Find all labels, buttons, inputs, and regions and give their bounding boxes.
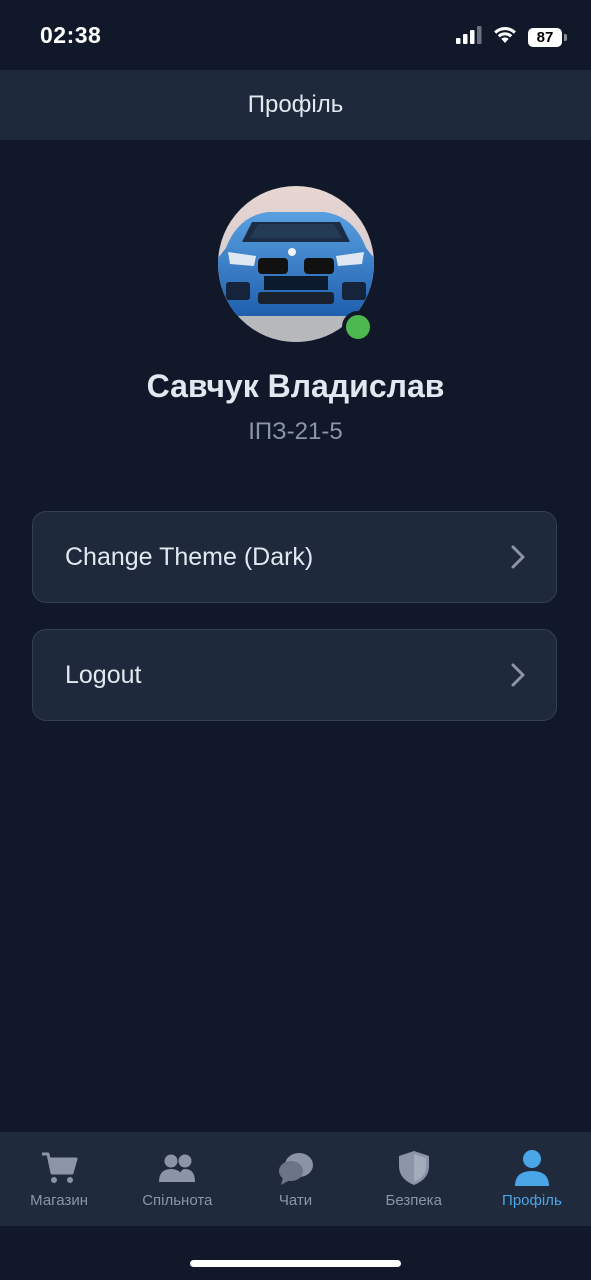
status-time: 02:38	[40, 22, 102, 48]
tab-profile[interactable]: Профіль	[473, 1132, 591, 1226]
cellular-signal-icon	[456, 25, 482, 49]
bottom-tab-bar: Магазин Спільнота Чати Безпека Профіль	[0, 1132, 591, 1226]
logout-label: Logout	[65, 660, 142, 689]
wifi-icon	[492, 25, 518, 49]
tab-chats[interactable]: Чати	[236, 1132, 354, 1226]
tab-community[interactable]: Спільнота	[118, 1132, 236, 1226]
tab-community-label: Спільнота	[142, 1192, 213, 1209]
profile-group: ІПЗ-21-5	[248, 418, 343, 445]
chevron-right-icon	[510, 662, 528, 688]
cart-icon	[39, 1150, 79, 1186]
tab-security-label: Безпека	[385, 1192, 442, 1209]
tab-security[interactable]: Безпека	[355, 1132, 473, 1226]
avatar-container	[218, 186, 374, 343]
status-bar: 02:38 87	[0, 0, 591, 70]
chevron-right-icon	[510, 544, 528, 570]
tab-chats-label: Чати	[278, 1192, 313, 1209]
user-icon	[512, 1150, 552, 1186]
app-header: Профіль	[0, 70, 591, 140]
users-icon	[157, 1150, 197, 1186]
page-title: Профіль	[247, 91, 344, 118]
tab-shop-label: Магазин	[30, 1192, 89, 1209]
status-icons: 87	[456, 25, 567, 49]
battery-icon: 87	[528, 27, 567, 47]
online-status-indicator	[342, 311, 374, 343]
tab-profile-label: Профіль	[502, 1192, 562, 1209]
battery-level: 87	[528, 27, 562, 47]
tab-shop[interactable]: Магазин	[0, 1132, 118, 1226]
home-indicator[interactable]	[190, 1260, 401, 1267]
chat-bubbles-icon	[276, 1150, 316, 1186]
change-theme-button[interactable]: Change Theme (Dark)	[32, 511, 557, 603]
shield-icon	[394, 1150, 434, 1186]
logout-button[interactable]: Logout	[32, 629, 557, 721]
change-theme-label: Change Theme (Dark)	[65, 542, 314, 571]
profile-screen: 02:38 87 Профіль Савчук Владислав ІПЗ-21…	[0, 0, 591, 1280]
profile-name: Савчук Владислав	[146, 368, 445, 404]
